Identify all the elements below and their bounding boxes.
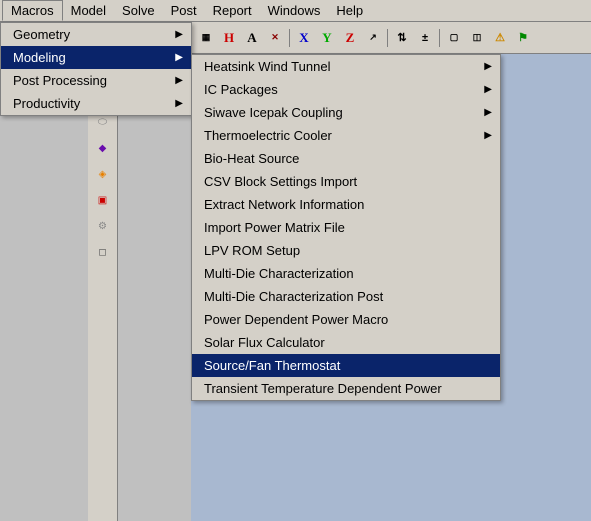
main-area: ▦ H A ✕ X Y Z ↗ ⇅ ± ▢ ◫ ⚠ ⚑ ▦ ≡ ⬭ ◆ ◈ ▣ … xyxy=(0,22,591,521)
macros-submenu: Geometry ▶ Modeling ▶ Post Processing ▶ … xyxy=(0,22,192,116)
menubar-windows[interactable]: Windows xyxy=(260,1,329,20)
modeling-submenu: Heatsink Wind Tunnel ▶ IC Packages ▶ Siw… xyxy=(191,54,501,401)
modeling-multidiecharpost-item[interactable]: Multi-Die Characterization Post xyxy=(192,285,500,308)
side-icon-5[interactable]: ◈ xyxy=(91,162,115,186)
toolbar-plusminus-icon[interactable]: ± xyxy=(414,27,436,49)
toolbar-x-icon[interactable]: X xyxy=(293,27,315,49)
side-icon-strip: ▦ ≡ ⬭ ◆ ◈ ▣ ⚙ ◻ xyxy=(88,54,118,521)
heatsink-arrow-icon: ▶ xyxy=(484,61,492,72)
side-icon-6[interactable]: ▣ xyxy=(91,188,115,212)
productivity-arrow-icon: ▶ xyxy=(175,98,183,109)
toolbar-a-icon[interactable]: A xyxy=(241,27,263,49)
toolbar-h-icon[interactable]: H xyxy=(218,27,240,49)
toolbar-grid-icon[interactable]: ▦ xyxy=(195,27,217,49)
toolbar-axis-icon[interactable]: ↗ xyxy=(362,27,384,49)
thermoelectric-arrow-icon: ▶ xyxy=(484,130,492,141)
toolbar-flag-icon[interactable]: ⚑ xyxy=(512,27,534,49)
menubar-report[interactable]: Report xyxy=(205,1,260,20)
side-icon-4[interactable]: ◆ xyxy=(91,136,115,160)
toolbar-3d-icon[interactable]: ◫ xyxy=(466,27,488,49)
modeling-bioheat-item[interactable]: Bio-Heat Source xyxy=(192,147,500,170)
toolbar-z-icon[interactable]: Z xyxy=(339,27,361,49)
modeling-transient-item[interactable]: Transient Temperature Dependent Power xyxy=(192,377,500,400)
toolbar-warn-icon[interactable]: ⚠ xyxy=(489,27,511,49)
side-icon-7[interactable]: ⚙ xyxy=(91,214,115,238)
modeling-thermoelectric-item[interactable]: Thermoelectric Cooler ▶ xyxy=(192,124,500,147)
menubar: Macros Model Solve Post Report Windows H… xyxy=(0,0,591,22)
macros-modeling-item[interactable]: Modeling ▶ xyxy=(1,46,191,69)
modeling-siwave-item[interactable]: Siwave Icepak Coupling ▶ xyxy=(192,101,500,124)
geometry-arrow-icon: ▶ xyxy=(175,29,183,40)
modeling-heatsink-item[interactable]: Heatsink Wind Tunnel ▶ xyxy=(192,55,500,78)
siwave-arrow-icon: ▶ xyxy=(484,107,492,118)
toolbar-separator-2 xyxy=(387,29,388,47)
menubar-post[interactable]: Post xyxy=(163,1,205,20)
modeling-import-power-item[interactable]: Import Power Matrix File xyxy=(192,216,500,239)
toolbar-updown-icon[interactable]: ⇅ xyxy=(391,27,413,49)
modeling-icpackages-item[interactable]: IC Packages ▶ xyxy=(192,78,500,101)
macros-geometry-item[interactable]: Geometry ▶ xyxy=(1,23,191,46)
toolbar-separator-3 xyxy=(439,29,440,47)
macros-postprocessing-item[interactable]: Post Processing ▶ xyxy=(1,69,191,92)
modeling-multidiechar-item[interactable]: Multi-Die Characterization xyxy=(192,262,500,285)
menubar-macros[interactable]: Macros xyxy=(2,0,63,21)
menubar-model[interactable]: Model xyxy=(63,1,114,20)
menubar-solve[interactable]: Solve xyxy=(114,1,163,20)
modeling-arrow-icon: ▶ xyxy=(175,52,183,63)
toolbar-y-icon[interactable]: Y xyxy=(316,27,338,49)
toolbar-separator-1 xyxy=(289,29,290,47)
side-icon-8[interactable]: ◻ xyxy=(91,240,115,264)
icpackages-arrow-icon: ▶ xyxy=(484,84,492,95)
modeling-sourcefan-item[interactable]: Source/Fan Thermostat xyxy=(192,354,500,377)
macros-productivity-item[interactable]: Productivity ▶ xyxy=(1,92,191,115)
modeling-lpv-item[interactable]: LPV ROM Setup xyxy=(192,239,500,262)
menubar-help[interactable]: Help xyxy=(328,1,371,20)
postprocessing-arrow-icon: ▶ xyxy=(175,75,183,86)
toolbar-square-icon[interactable]: ▢ xyxy=(443,27,465,49)
modeling-powerdep-item[interactable]: Power Dependent Power Macro xyxy=(192,308,500,331)
toolbar-close-icon[interactable]: ✕ xyxy=(264,27,286,49)
modeling-solar-item[interactable]: Solar Flux Calculator xyxy=(192,331,500,354)
top-toolbar: ▦ H A ✕ X Y Z ↗ ⇅ ± ▢ ◫ ⚠ ⚑ xyxy=(191,22,591,54)
modeling-csv-item[interactable]: CSV Block Settings Import xyxy=(192,170,500,193)
modeling-extract-item[interactable]: Extract Network Information xyxy=(192,193,500,216)
